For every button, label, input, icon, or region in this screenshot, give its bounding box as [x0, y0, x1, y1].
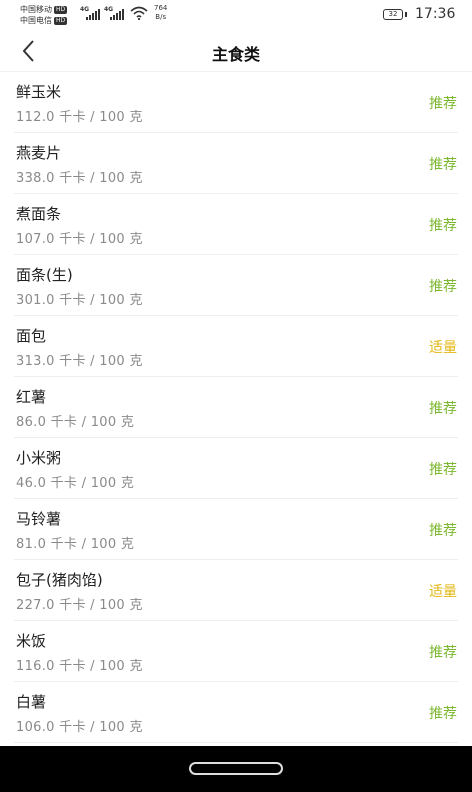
- food-calories: 86.0 千卡 / 100 克: [16, 415, 135, 430]
- battery-icon: 32: [383, 9, 403, 20]
- food-calories: 46.0 千卡 / 100 克: [16, 476, 135, 491]
- network-speed: 764 B/s: [154, 4, 167, 22]
- food-calories: 107.0 千卡 / 100 克: [16, 232, 143, 247]
- system-nav-bar: [0, 746, 472, 792]
- food-name: 马铃薯: [16, 510, 62, 528]
- signal-icon-1: [86, 8, 100, 20]
- clock: 17:36: [415, 6, 456, 22]
- food-row[interactable]: 白薯 106.0 千卡 / 100 克 推荐: [14, 682, 458, 743]
- battery-level: 32: [388, 10, 398, 18]
- food-row[interactable]: 米饭 116.0 千卡 / 100 克 推荐: [14, 621, 458, 682]
- recommendation-tag: 适量: [429, 340, 457, 356]
- food-row[interactable]: 小米粥 46.0 千卡 / 100 克 推荐: [14, 438, 458, 499]
- food-list: 鲜玉米 112.0 千卡 / 100 克推荐 燕麦片 338.0 千卡 / 100 克…: [0, 72, 472, 743]
- speed-unit: B/s: [155, 13, 167, 21]
- food-calories: 227.0 千卡 / 100 克: [16, 598, 143, 613]
- food-calories: 313.0 千卡 / 100 克: [16, 354, 143, 369]
- carrier-info: 中国移动 HD 中国电信 HD: [20, 4, 68, 26]
- food-calories: 301.0 千卡 / 100 克: [16, 293, 143, 308]
- recommendation-tag: 推荐: [429, 279, 457, 295]
- status-bar: 中国移动 HD 中国电信 HD 4G 4G 764 B/s 32 17:36: [0, 0, 472, 30]
- food-name: 面包: [16, 327, 47, 345]
- page-title: 主食类: [211, 45, 260, 64]
- carrier-2: 中国电信: [20, 16, 52, 25]
- food-row[interactable]: 红薯 86.0 千卡 / 100 克 推荐: [14, 377, 458, 438]
- signal-icon-2: [110, 8, 124, 20]
- app-header: 主食类: [0, 30, 472, 72]
- food-calories: 338.0 千卡 / 100 克: [16, 171, 143, 186]
- food-name: 面条(生): [16, 266, 73, 284]
- recommendation-tag: 推荐: [429, 218, 457, 234]
- speed-value: 764: [154, 4, 168, 12]
- food-calories: 116.0 千卡 / 100 克: [16, 659, 143, 674]
- recommendation-tag: 推荐: [429, 401, 457, 417]
- battery-tip: [405, 12, 407, 17]
- carrier-1: 中国移动: [20, 5, 52, 14]
- wifi-icon: [130, 6, 148, 20]
- recommendation-tag: 推荐: [429, 523, 457, 539]
- food-row[interactable]: 面条(生) 301.0 千卡 / 100 克 推荐: [14, 255, 458, 316]
- food-calories: 81.0 千卡 / 100 克: [16, 537, 135, 552]
- recommendation-tag: 推荐: [429, 96, 457, 112]
- food-name: 米饭: [16, 632, 47, 650]
- food-row[interactable]: 马铃薯 81.0 千卡 / 100 克 推荐: [14, 499, 458, 560]
- hd-badge-2: HD: [54, 17, 68, 25]
- recommendation-tag: 推荐: [429, 157, 457, 173]
- hd-badge-1: HD: [54, 6, 68, 14]
- food-name: 白薯: [16, 693, 47, 711]
- food-row[interactable]: 煮面条 107.0 千卡 / 100 克 推荐: [14, 194, 458, 255]
- food-row[interactable]: 包子(猪肉馅) 227.0 千卡 / 100 克 适量: [14, 560, 458, 621]
- food-name: 小米粥: [16, 449, 62, 467]
- recommendation-tag: 适量: [429, 584, 457, 600]
- recommendation-tag: 推荐: [429, 462, 457, 478]
- food-calories: 112.0 千卡 / 100 克: [16, 110, 143, 125]
- recommendation-tag: 推荐: [429, 706, 457, 722]
- food-row[interactable]: 面包 313.0 千卡 / 100 克 适量: [14, 316, 458, 377]
- food-name: 燕麦片: [16, 144, 62, 162]
- food-calories: 106.0 千卡 / 100 克: [16, 720, 143, 735]
- food-row[interactable]: 燕麦片 338.0 千卡 / 100 克 推荐: [14, 133, 458, 194]
- food-name: 煮面条: [16, 205, 62, 223]
- home-gesture-bar[interactable]: [189, 762, 283, 775]
- food-row[interactable]: 鲜玉米 112.0 千卡 / 100 克 推荐: [14, 72, 458, 133]
- recommendation-tag: 推荐: [429, 645, 457, 661]
- food-name: 包子(猪肉馅): [16, 571, 103, 589]
- food-name: 鲜玉米: [16, 83, 62, 101]
- food-name: 红薯: [16, 388, 47, 406]
